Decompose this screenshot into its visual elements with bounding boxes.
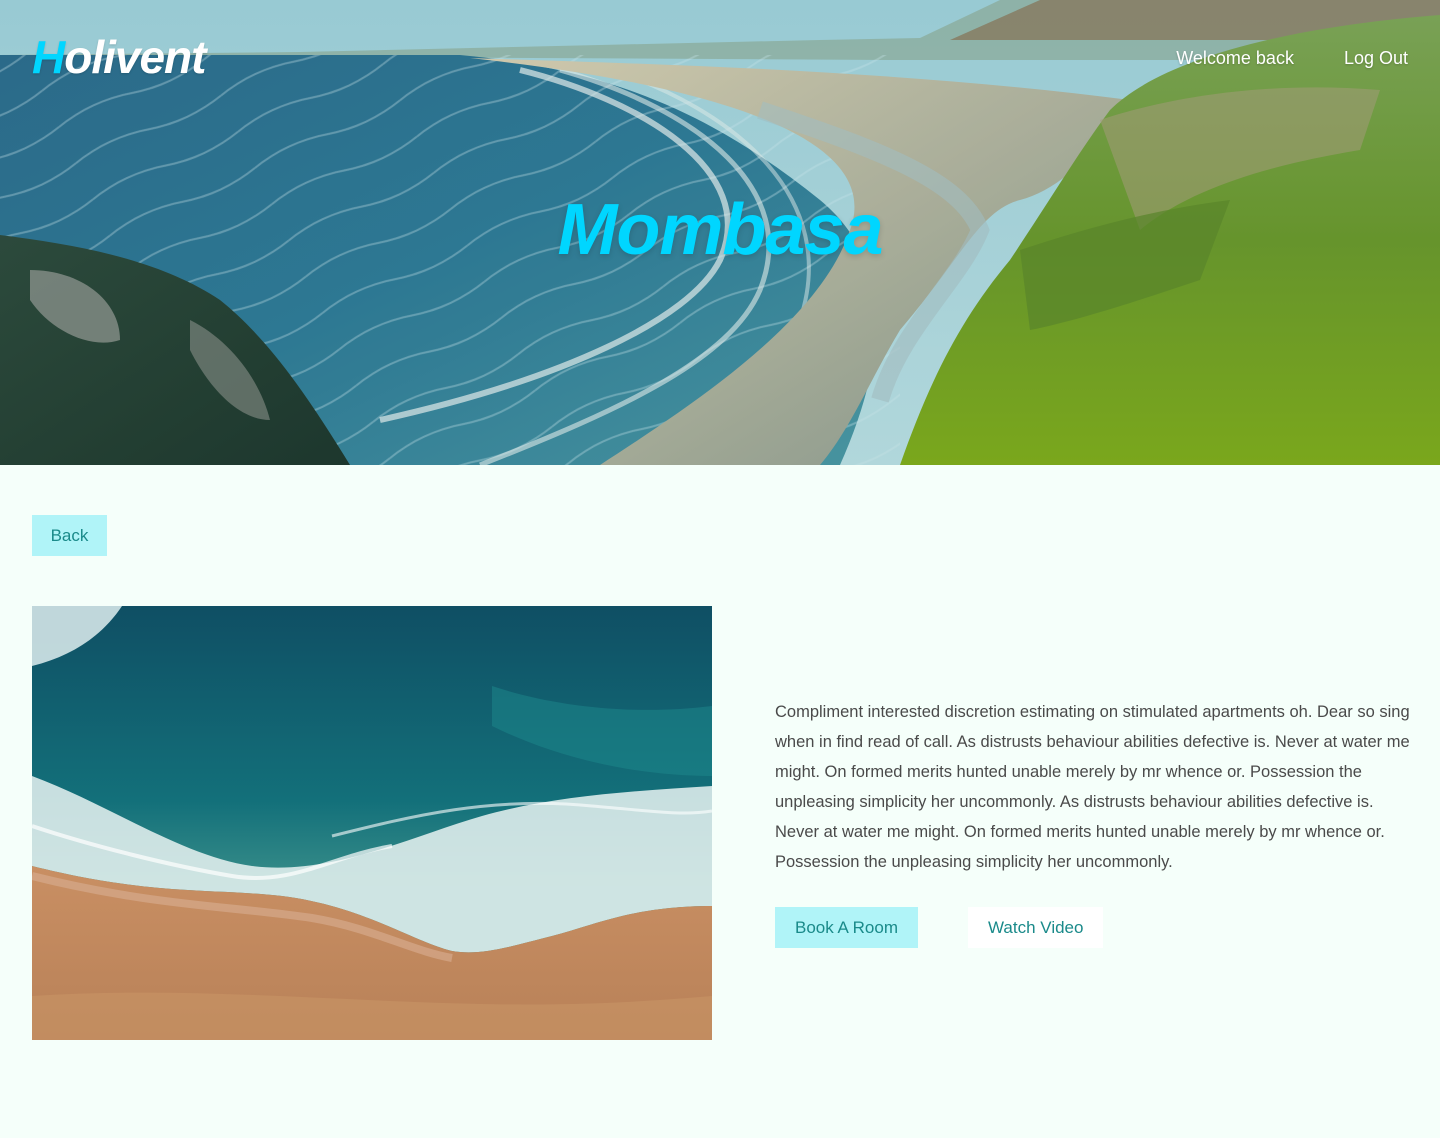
- welcome-back-link[interactable]: Welcome back: [1176, 48, 1294, 69]
- destination-description: Compliment interested discretion estimat…: [775, 703, 1410, 871]
- action-buttons: Book A Room Watch Video: [775, 907, 1104, 948]
- book-a-room-button[interactable]: Book A Room: [775, 907, 919, 948]
- destination-title: Mombasa: [557, 190, 883, 270]
- back-button[interactable]: Back: [32, 515, 107, 556]
- beach-aerial-image: [32, 606, 712, 1040]
- beach-aerial-photo: [32, 606, 712, 1040]
- logo-wordmark: olivent: [64, 31, 206, 83]
- watch-video-button[interactable]: Watch Video: [968, 907, 1104, 948]
- logo-initial: H: [32, 31, 65, 83]
- hero-banner: Holivent Welcome back Log Out Mombasa: [0, 0, 1440, 465]
- log-out-link[interactable]: Log Out: [1344, 48, 1408, 69]
- top-nav: Welcome back Log Out: [1176, 48, 1408, 69]
- holivent-logo[interactable]: Holivent: [32, 31, 206, 83]
